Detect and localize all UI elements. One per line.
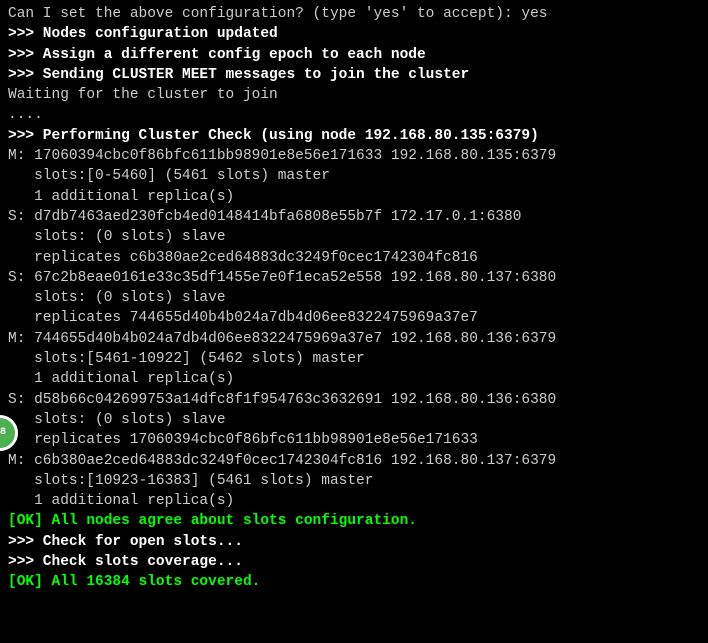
node-extra: 1 additional replica(s)	[8, 491, 700, 511]
node-addr: 192.168.80.137:6379	[391, 453, 556, 469]
node-slots: slots: (0 slots) slave	[8, 410, 700, 430]
prompt-answer: yes	[521, 6, 547, 22]
status-assign-epoch: >>> Assign a different config epoch to e…	[8, 45, 700, 65]
node-header: M: 17060394cbc0f86bfc611bb98901e8e56e171…	[8, 146, 700, 166]
node-id: d58b66c042699753a14dfc8f1f954763c3632691	[34, 392, 382, 408]
node-addr: 172.17.0.1:6380	[391, 209, 522, 225]
node-id: c6b380ae2ced64883dc3249f0cec1742304fc816	[34, 453, 382, 469]
status-waiting: Waiting for the cluster to join	[8, 85, 700, 105]
node-id: d7db7463aed230fcb4ed0148414bfa6808e55b7f	[34, 209, 382, 225]
node-slots: slots:[5461-10922] (5462 slots) master	[8, 349, 700, 369]
node-role: S	[8, 392, 17, 408]
node-header: M: c6b380ae2ced64883dc3249f0cec1742304fc…	[8, 451, 700, 471]
node-id: 67c2b8eae0161e33c35df1455e7e0f1eca52e558	[34, 270, 382, 286]
node-addr: 192.168.80.137:6380	[391, 270, 556, 286]
status-performing-check: >>> Performing Cluster Check (using node…	[8, 126, 700, 146]
node-slots: slots:[0-5460] (5461 slots) master	[8, 166, 700, 186]
node-header: S: d58b66c042699753a14dfc8f1f954763c3632…	[8, 390, 700, 410]
node-slots: slots: (0 slots) slave	[8, 288, 700, 308]
prompt-line: Can I set the above configuration? (type…	[8, 4, 700, 24]
node-addr: 192.168.80.136:6380	[391, 392, 556, 408]
node-extra: 1 additional replica(s)	[8, 187, 700, 207]
node-entry: S: 67c2b8eae0161e33c35df1455e7e0f1eca52e…	[8, 268, 700, 329]
node-id: 744655d40b4b024a7db4d06ee8322475969a37e7	[34, 331, 382, 347]
result-covered: [OK] All 16384 slots covered.	[8, 572, 700, 592]
node-entry: M: 744655d40b4b024a7db4d06ee8322475969a3…	[8, 329, 700, 390]
node-extra: replicates 17060394cbc0f86bfc611bb98901e…	[8, 430, 700, 450]
node-header: S: d7db7463aed230fcb4ed0148414bfa6808e55…	[8, 207, 700, 227]
node-addr: 192.168.80.136:6379	[391, 331, 556, 347]
prompt-question: Can I set the above configuration? (type…	[8, 6, 521, 22]
node-header: S: 67c2b8eae0161e33c35df1455e7e0f1eca52e…	[8, 268, 700, 288]
status-dots: ....	[8, 105, 700, 125]
node-entry: S: d7db7463aed230fcb4ed0148414bfa6808e55…	[8, 207, 700, 268]
node-role: M	[8, 453, 17, 469]
node-extra: replicates 744655d40b4b024a7db4d06ee8322…	[8, 308, 700, 328]
terminal-output: Can I set the above configuration? (type…	[8, 4, 700, 593]
node-entry: M: c6b380ae2ced64883dc3249f0cec1742304fc…	[8, 451, 700, 512]
node-entry: S: d58b66c042699753a14dfc8f1f954763c3632…	[8, 390, 700, 451]
node-role: S	[8, 270, 17, 286]
result-agree: [OK] All nodes agree about slots configu…	[8, 511, 700, 531]
result-check-open: >>> Check for open slots...	[8, 532, 700, 552]
result-check-coverage: >>> Check slots coverage...	[8, 552, 700, 572]
status-sending-meet: >>> Sending CLUSTER MEET messages to joi…	[8, 65, 700, 85]
node-entry: M: 17060394cbc0f86bfc611bb98901e8e56e171…	[8, 146, 700, 207]
node-extra: 1 additional replica(s)	[8, 369, 700, 389]
node-extra: replicates c6b380ae2ced64883dc3249f0cec1…	[8, 248, 700, 268]
node-slots: slots:[10923-16383] (5461 slots) master	[8, 471, 700, 491]
node-id: 17060394cbc0f86bfc611bb98901e8e56e171633	[34, 148, 382, 164]
node-header: M: 744655d40b4b024a7db4d06ee8322475969a3…	[8, 329, 700, 349]
node-addr: 192.168.80.135:6379	[391, 148, 556, 164]
node-role: M	[8, 148, 17, 164]
node-slots: slots: (0 slots) slave	[8, 227, 700, 247]
node-role: S	[8, 209, 17, 225]
status-config-updated: >>> Nodes configuration updated	[8, 24, 700, 44]
node-role: M	[8, 331, 17, 347]
